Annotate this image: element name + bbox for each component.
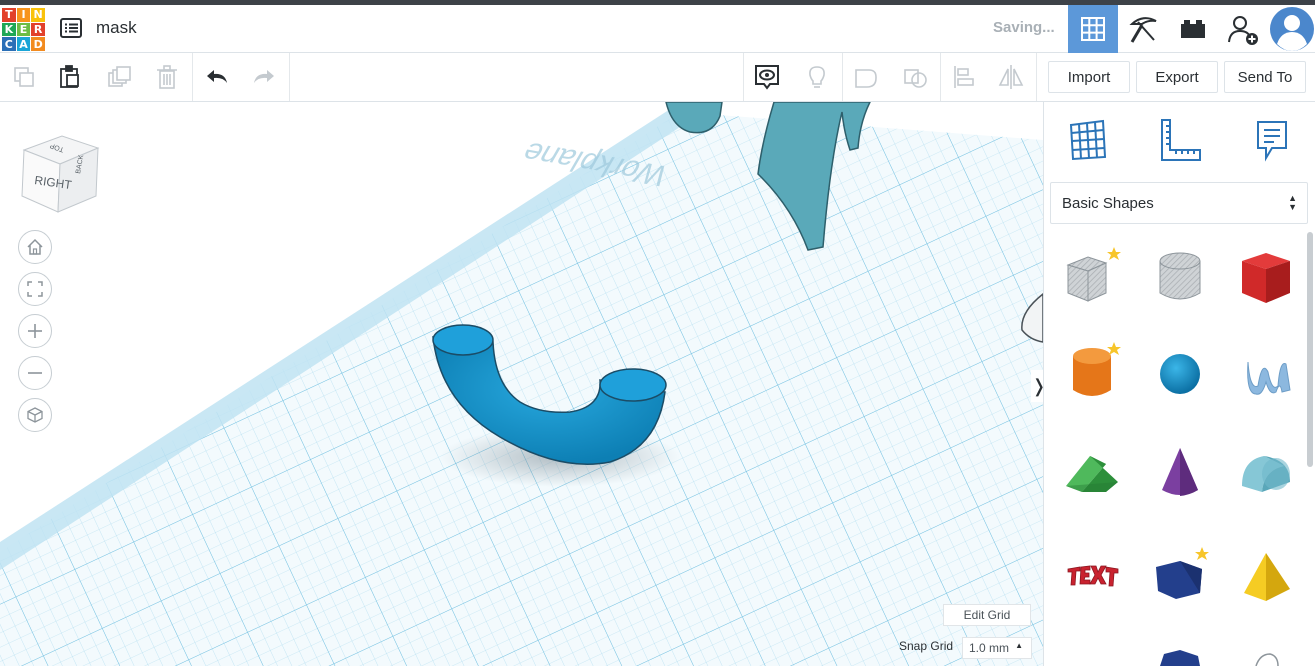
shape-box-hole[interactable] [1062,247,1122,307]
logo-tile: D [31,37,45,51]
design-name[interactable]: mask [96,18,137,38]
shape-scribble[interactable] [1236,342,1296,402]
header: TIN KER CAD mask Saving... [0,5,1315,53]
logo-tile: T [2,8,16,22]
toolbar-separator [192,53,193,101]
edit-grid-button[interactable]: Edit Grid [943,604,1031,626]
logo-tile: E [16,22,31,37]
shape-box[interactable] [1236,247,1296,307]
logo-tile: N [31,8,45,22]
light-bulb-icon[interactable] [800,60,834,94]
import-button[interactable]: Import [1048,61,1130,93]
group-icon[interactable] [849,60,883,94]
align-icon[interactable] [947,60,981,94]
codeblocks-pickaxe-icon[interactable] [1118,5,1168,53]
workplane-icon[interactable] [1064,116,1112,164]
logo-tile: I [16,8,31,22]
shape-pyramid[interactable] [1236,547,1296,607]
shapes-panel: Basic Shapes ▲ ▼ [1043,102,1315,666]
snap-grid-select[interactable]: 1.0 mm ▲ [962,637,1032,659]
select-arrows-icon: ▲ ▼ [1288,193,1297,212]
shape-partial[interactable] [1150,650,1210,666]
shape-text[interactable] [1062,547,1122,607]
favorite-star-icon [1107,247,1121,260]
shape-round-roof[interactable] [1236,442,1296,502]
toolbar-separator [1036,53,1037,101]
logo-tile: A [16,37,31,51]
fit-view-icon[interactable] [18,272,52,306]
redo-icon[interactable] [247,60,281,94]
shape-sphere[interactable] [1150,342,1210,402]
shape-category-select[interactable]: Basic Shapes ▲ ▼ [1050,182,1308,224]
toolbar-separator [289,53,290,101]
shape-category-value: Basic Shapes [1062,194,1154,212]
export-button[interactable]: Export [1136,61,1218,93]
bricks-icon[interactable] [1168,5,1218,53]
perspective-toggle-icon[interactable] [18,398,52,432]
toolbar-separator [940,53,941,101]
shape-cone[interactable] [1150,442,1210,502]
tinkercad-logo[interactable]: TIN KER CAD [2,8,45,51]
shape-polygon[interactable] [1150,547,1210,607]
home-view-icon[interactable] [18,230,52,264]
logo-tile: R [31,22,45,37]
show-all-icon[interactable] [750,60,784,94]
paste-icon[interactable] [53,60,87,94]
toolbar-separator [743,53,744,101]
favorite-star-icon [1195,547,1209,560]
zoom-out-icon[interactable] [18,356,52,390]
ungroup-icon[interactable] [898,60,932,94]
zoom-in-icon[interactable] [18,314,52,348]
snap-grid-value: 1.0 mm [969,641,1010,655]
duplicate-icon[interactable] [102,60,136,94]
3d-viewport[interactable]: Workplane RIGHT TOP BACK Edit Grid Snap … [0,102,1043,666]
invite-user-icon[interactable] [1218,5,1268,53]
shape-cylinder-hole[interactable] [1150,247,1210,307]
send-to-button[interactable]: Send To [1224,61,1306,93]
shape-partial[interactable] [1236,650,1296,666]
ruler-icon[interactable] [1156,116,1204,164]
shape-roof[interactable] [1062,442,1122,502]
undo-icon[interactable] [200,60,234,94]
panel-scrollbar[interactable] [1307,232,1313,467]
copy-icon[interactable] [7,60,41,94]
mirror-icon[interactable] [994,60,1028,94]
shape-cylinder[interactable] [1062,342,1122,402]
snap-grid-label: Snap Grid [899,639,954,653]
design-menu-icon[interactable] [59,16,83,40]
toolbar-separator [842,53,843,101]
caret-up-icon: ▲ [1015,641,1023,650]
logo-tile: K [2,22,16,37]
logo-tile: C [2,37,16,51]
avatar[interactable] [1268,5,1315,53]
notes-icon[interactable] [1248,116,1296,164]
toolbar: Import Export Send To [0,53,1315,102]
delete-icon[interactable] [150,60,184,94]
view-cube[interactable]: RIGHT TOP BACK [18,124,104,216]
save-status: Saving... [993,19,1055,36]
3d-view-grid-icon[interactable] [1068,5,1118,53]
